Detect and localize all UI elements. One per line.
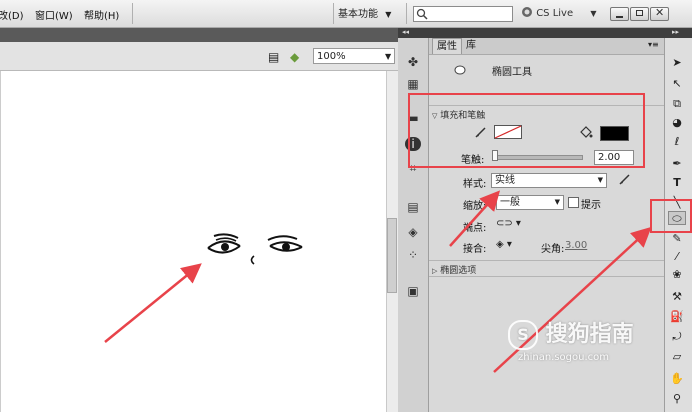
chevron-right-icon: ▷ xyxy=(432,267,438,275)
style-label: 样式: xyxy=(463,179,487,190)
watermark-brand: 搜狗指南 xyxy=(545,322,634,347)
annotation-highlight-oval-tool xyxy=(650,199,692,233)
code-snippets-icon[interactable]: ▤ xyxy=(405,200,421,214)
deco-tool-icon[interactable]: ❀ xyxy=(668,268,686,282)
scale-select[interactable]: 一般 ▼ xyxy=(496,195,564,210)
brush-tool-icon[interactable]: ⁄ xyxy=(668,250,686,264)
motion-presets-icon[interactable]: ✤ xyxy=(405,55,421,69)
miter-label: 尖角: xyxy=(541,244,565,255)
scale-value: 一般 xyxy=(500,197,520,208)
cs-live-label: CS Live xyxy=(536,8,574,19)
3d-rotation-tool-icon[interactable]: ◕ xyxy=(668,116,686,130)
style-value: 实线 xyxy=(495,175,515,186)
paint-bucket-tool-icon[interactable]: ⛽ xyxy=(668,310,686,324)
scale-label: 缩放: xyxy=(463,201,487,212)
join-label: 接合: xyxy=(463,244,487,255)
expand-panels-icon[interactable]: ◂◂ xyxy=(402,28,409,36)
section-divider xyxy=(429,276,664,277)
panel-header-bar xyxy=(398,28,692,38)
oval-tool-icon xyxy=(454,65,466,75)
hint-label: 提示 xyxy=(581,200,601,211)
section-title: 椭圆选项 xyxy=(440,266,477,276)
sogou-logo-icon: S xyxy=(508,320,538,350)
pen-tool-icon[interactable]: ✒ xyxy=(668,157,686,171)
menu-divider xyxy=(132,3,133,24)
stage-canvas[interactable] xyxy=(0,71,387,412)
eyedropper-tool-icon[interactable]: ⤾ xyxy=(668,330,686,344)
pencil-tool-icon[interactable]: ✎ xyxy=(668,232,686,246)
hint-checkbox[interactable] xyxy=(568,197,579,208)
workspace-label: 基本功能 xyxy=(338,9,378,20)
menu-window[interactable]: 窗口(W) xyxy=(35,7,73,22)
free-transform-tool-icon[interactable]: ⧉ xyxy=(668,97,686,111)
search-icon xyxy=(416,8,428,20)
menu-help[interactable]: 帮助(H) xyxy=(84,7,119,22)
lasso-tool-icon[interactable]: ℓ xyxy=(668,135,686,149)
components-icon[interactable]: ◈ xyxy=(405,225,421,239)
join-select[interactable]: ◈ ▾ xyxy=(496,239,512,250)
subselection-tool-icon[interactable]: ↖ xyxy=(668,77,686,91)
project-icon[interactable]: ▣ xyxy=(405,284,421,298)
cap-label: 端点: xyxy=(463,223,487,234)
scrollbar-thumb[interactable] xyxy=(387,218,397,293)
cs-live-button[interactable]: CS Live ▼ xyxy=(521,6,596,22)
ellipse-options-section-header[interactable]: ▷ 椭圆选项 xyxy=(432,263,477,276)
collapse-panels-icon[interactable]: ▸▸ xyxy=(672,28,679,36)
face-drawing xyxy=(207,233,303,265)
menu-divider xyxy=(406,3,407,24)
edit-symbols-icon[interactable]: ◆ xyxy=(290,50,299,64)
chevron-down-icon: ▼ xyxy=(385,52,392,61)
zoom-select[interactable]: 100% xyxy=(313,48,395,64)
minimize-button[interactable] xyxy=(610,7,629,21)
workspace-switcher[interactable]: 基本功能 ▼ xyxy=(338,5,391,21)
tab-library[interactable]: 库 xyxy=(462,38,480,53)
component-inspector-icon[interactable]: ⁘ xyxy=(405,248,421,262)
selection-tool-icon[interactable]: ➤ xyxy=(668,56,686,70)
chevron-down-icon: ▼ xyxy=(597,176,603,184)
tab-properties[interactable]: 属性 xyxy=(432,38,462,54)
chevron-down-icon: ▼ xyxy=(590,9,597,18)
chevron-down-icon: ▼ xyxy=(385,10,392,19)
zoom-tool-icon[interactable]: ⚲ xyxy=(668,392,686,406)
section-divider xyxy=(429,260,664,261)
restore-button[interactable] xyxy=(630,7,649,21)
text-tool-icon[interactable]: T xyxy=(668,176,686,190)
swatches-icon[interactable]: ▦ xyxy=(405,77,421,91)
miter-value[interactable]: 3.00 xyxy=(565,240,587,251)
bone-tool-icon[interactable]: ⚒ xyxy=(668,290,686,304)
chevron-down-icon: ▼ xyxy=(554,198,560,206)
cap-select[interactable]: ⊂⊃ ▾ xyxy=(496,218,521,229)
edit-scene-icon[interactable]: ▤ xyxy=(268,50,279,64)
edit-stroke-style-icon[interactable] xyxy=(618,172,632,186)
menu-divider xyxy=(333,3,334,24)
watermark-url: zhinan.sogou.com xyxy=(518,352,610,363)
watermark: S 搜狗指南 zhinan.sogou.com xyxy=(508,320,634,363)
document-tab-strip xyxy=(0,28,398,42)
close-button[interactable]: ✕ xyxy=(650,6,669,21)
menu-modify[interactable]: 改(D) xyxy=(0,7,24,22)
search-input[interactable] xyxy=(413,6,513,22)
panel-menu-icon[interactable]: ▾≡ xyxy=(648,40,659,49)
eraser-tool-icon[interactable]: ▱ xyxy=(668,350,686,364)
hand-tool-icon[interactable]: ✋ xyxy=(668,372,686,386)
cs-live-icon xyxy=(522,7,532,17)
style-select[interactable]: 实线 ▼ xyxy=(491,173,607,188)
annotation-highlight-fill-stroke xyxy=(408,93,645,168)
tool-name: 椭圆工具 xyxy=(492,67,532,78)
